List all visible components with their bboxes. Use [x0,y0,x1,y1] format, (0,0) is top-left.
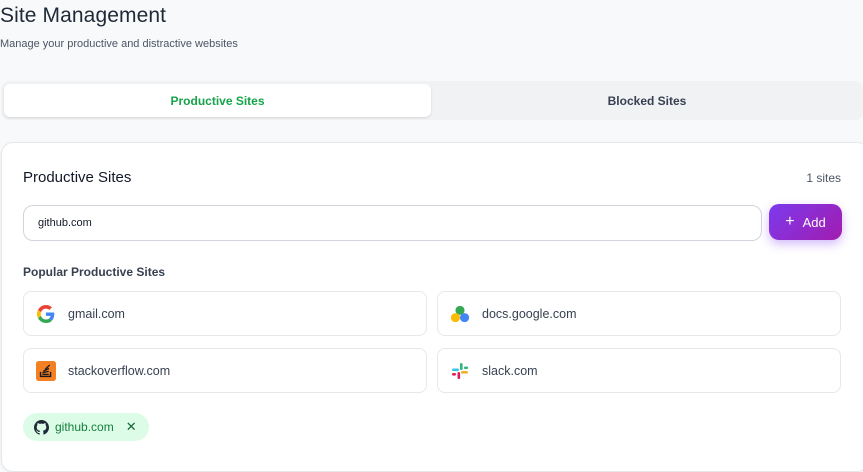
popular-sites-grid: gmail.com docs.google.com stackoverflow.… [23,291,841,393]
site-name: stackoverflow.com [68,363,171,378]
popular-site-docs-google[interactable]: docs.google.com [437,291,841,336]
site-name: slack.com [482,363,538,378]
tab-blocked-sites[interactable]: Blocked Sites [431,84,863,117]
page-subtitle: Manage your productive and distractive w… [0,38,238,50]
page-title: Site Management [0,4,167,27]
card-title: Productive Sites [23,169,132,186]
popular-sites-label: Popular Productive Sites [23,265,166,279]
chip-label: github.com [55,420,114,434]
add-button-label: Add [802,214,826,230]
productive-sites-card: Productive Sites 1 sites + Add Popular P… [1,142,863,472]
google-icon [36,304,56,324]
plus-icon: + [785,213,795,230]
github-icon [33,419,49,435]
add-site-button[interactable]: + Add [769,204,842,240]
popular-site-stackoverflow[interactable]: stackoverflow.com [23,348,427,393]
google-drive-icon [450,304,470,324]
site-name: docs.google.com [482,306,577,321]
slack-icon [450,361,470,381]
close-icon[interactable]: ✕ [126,419,137,435]
site-input[interactable] [23,205,762,241]
stackoverflow-icon [36,360,56,381]
tab-productive-sites[interactable]: Productive Sites [4,84,431,117]
tab-bar: Productive Sites Blocked Sites [1,81,863,120]
site-count: 1 sites [806,171,841,185]
popular-site-slack[interactable]: slack.com [437,348,841,393]
popular-site-gmail[interactable]: gmail.com [23,291,427,336]
site-name: gmail.com [68,306,125,321]
added-site-chip: github.com ✕ [23,413,149,441]
